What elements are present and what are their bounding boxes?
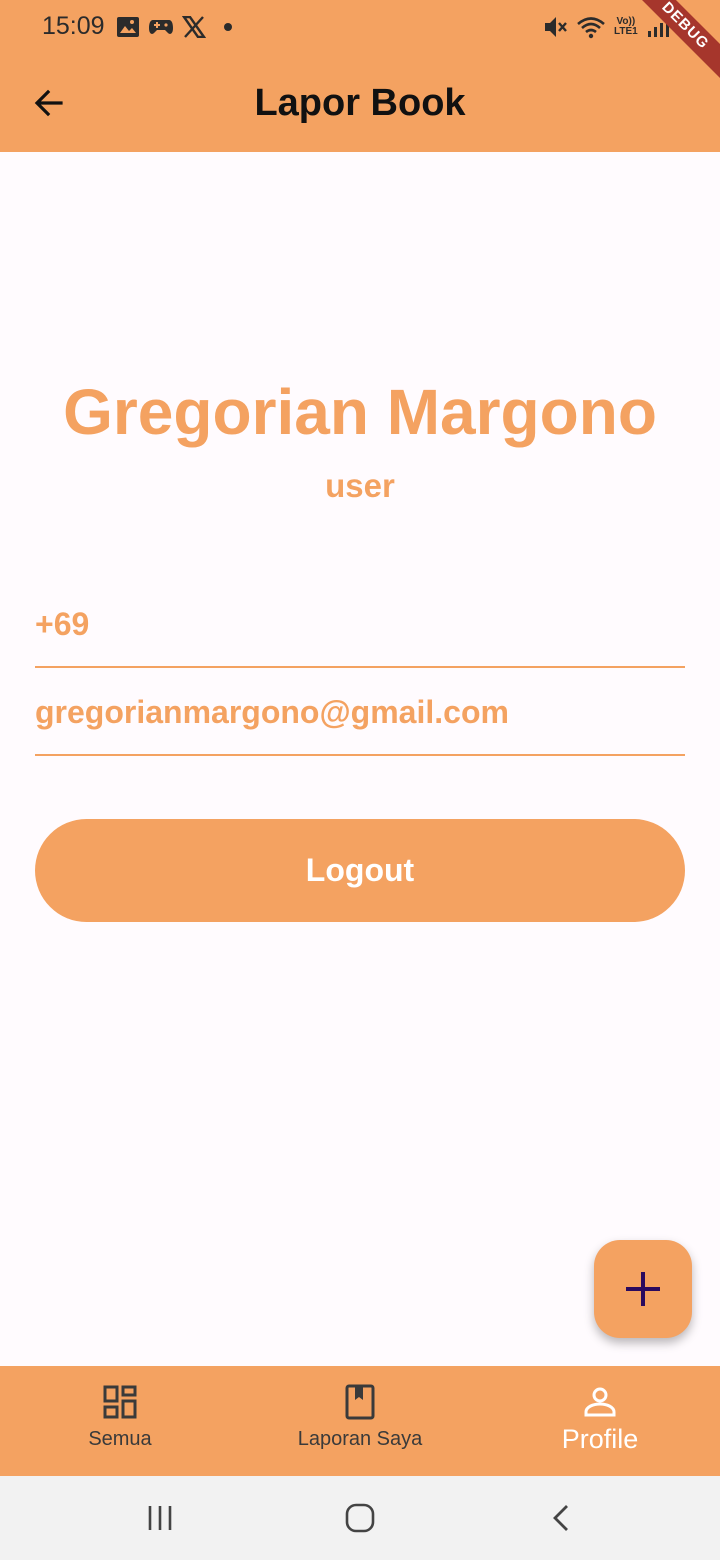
plus-icon <box>626 1272 660 1306</box>
recent-apps-icon <box>148 1506 172 1530</box>
back-button[interactable] <box>26 80 72 126</box>
system-back-button[interactable] <box>542 1498 582 1538</box>
wifi-icon <box>577 17 605 39</box>
home-icon <box>345 1503 375 1533</box>
more-notifications-dot <box>224 23 232 31</box>
mute-icon <box>545 17 567 37</box>
nav-item-profile[interactable]: Profile <box>480 1366 720 1476</box>
nav-item-laporan-saya[interactable]: Laporan Saya <box>240 1366 480 1476</box>
status-notification-icons <box>116 14 232 40</box>
volte-indicator: Vo)) LTE1 <box>614 17 638 37</box>
status-bar: 15:09 Vo)) LTE1 <box>0 0 720 56</box>
system-navigation-bar <box>0 1476 720 1560</box>
person-icon <box>584 1387 616 1417</box>
nav-label-profile: Profile <box>561 1424 639 1454</box>
home-button[interactable] <box>340 1498 380 1538</box>
status-system-icons: Vo)) LTE1 <box>542 12 674 42</box>
recent-apps-button[interactable] <box>140 1498 180 1538</box>
phone-value: +69 <box>35 606 90 642</box>
phone-row: +69 <box>35 580 685 668</box>
logout-button[interactable]: Logout <box>35 819 685 922</box>
status-time: 15:09 <box>42 12 105 40</box>
game-controller-icon <box>149 20 173 34</box>
chevron-left-icon <box>553 1505 568 1531</box>
page-title: Lapor Book <box>254 82 466 124</box>
app-bar: 15:09 Vo)) LTE1 DEBUG Lapor Book <box>0 0 720 152</box>
arrow-back-icon <box>34 89 63 117</box>
x-logo-icon <box>182 16 206 38</box>
dashboard-icon <box>103 1385 137 1419</box>
profile-name: Gregorian Margono <box>63 376 657 448</box>
email-row: gregorianmargono@gmail.com <box>35 668 685 756</box>
book-icon <box>345 1384 375 1420</box>
email-value: gregorianmargono@gmail.com <box>35 694 509 730</box>
gallery-icon <box>117 17 139 37</box>
profile-role: user <box>325 467 395 504</box>
nav-item-semua[interactable]: Semua <box>0 1366 240 1476</box>
nav-label-laporan-saya: Laporan Saya <box>297 1428 423 1450</box>
nav-label-semua: Semua <box>88 1428 152 1450</box>
volte-bottom-label: LTE1 <box>614 26 638 37</box>
bottom-navigation: Semua Laporan Saya Profile <box>0 1366 720 1476</box>
add-report-fab[interactable] <box>594 1240 692 1338</box>
